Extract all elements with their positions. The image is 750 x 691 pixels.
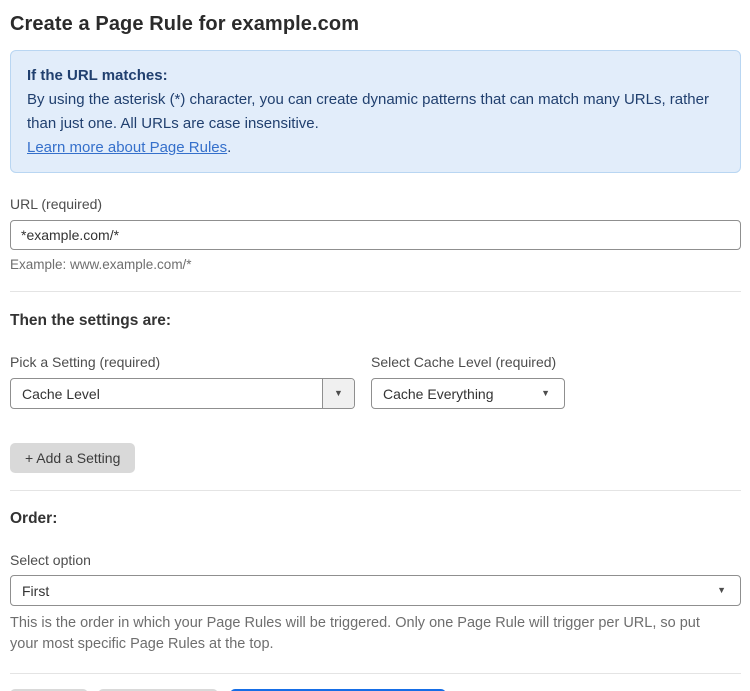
url-input[interactable] — [10, 220, 741, 250]
setting-select[interactable]: Cache Level ▼ — [10, 378, 355, 409]
info-box-body: By using the asterisk (*) character, you… — [27, 88, 724, 160]
setting-select-value: Cache Level — [22, 385, 100, 402]
page-title: Create a Page Rule for example.com — [10, 13, 360, 35]
order-section-heading: Order: — [10, 510, 58, 527]
order-select-value: First — [22, 582, 50, 599]
dropdown-arrow-icon: ▼ — [717, 585, 726, 595]
url-example-helper: Example: www.example.com/* — [10, 257, 192, 272]
order-select-label: Select option — [10, 552, 91, 568]
section-divider — [10, 490, 741, 491]
dropdown-arrow-icon: ▼ — [334, 388, 343, 398]
create-page-rule-page: Create a Page Rule for example.com If th… — [0, 0, 750, 691]
cache-level-arrow-wrap: ▼ — [533, 389, 564, 398]
add-setting-button[interactable]: + Add a Setting — [10, 443, 136, 473]
order-helper-text: This is the order in which your Page Rul… — [10, 615, 700, 652]
learn-more-link[interactable]: Learn more about Page Rules — [27, 139, 227, 156]
setting-select-arrow-button[interactable]: ▼ — [322, 379, 354, 408]
url-match-info-box: If the URL matches: By using the asteris… — [10, 50, 741, 173]
cache-level-select[interactable]: Cache Everything ▼ — [371, 378, 565, 409]
section-divider — [10, 673, 741, 674]
order-select-arrow-wrap: ▼ — [709, 586, 740, 595]
setting-picker-column: Pick a Setting (required) Cache Level ▼ — [10, 354, 355, 409]
info-box-body-text: By using the asterisk (*) character, you… — [27, 91, 709, 132]
info-box-heading: If the URL matches: — [27, 67, 168, 84]
cache-level-column: Select Cache Level (required) Cache Ever… — [371, 354, 565, 409]
cache-level-label: Select Cache Level (required) — [371, 354, 557, 370]
section-divider — [10, 291, 741, 292]
link-suffix: . — [227, 139, 232, 156]
order-select[interactable]: First ▼ — [10, 575, 741, 606]
url-field-label: URL (required) — [10, 196, 103, 212]
cache-level-select-value: Cache Everything — [383, 385, 494, 402]
setting-picker-label: Pick a Setting (required) — [10, 354, 161, 370]
settings-section-heading: Then the settings are: — [10, 312, 172, 329]
dropdown-arrow-icon: ▼ — [541, 388, 550, 398]
settings-row: Pick a Setting (required) Cache Level ▼ … — [10, 354, 741, 409]
